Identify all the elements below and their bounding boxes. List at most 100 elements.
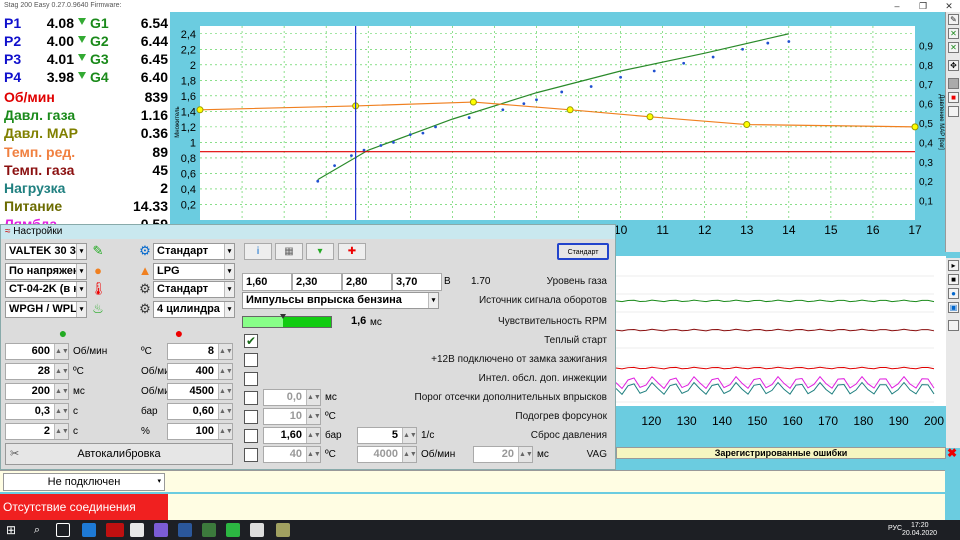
word-icon[interactable] xyxy=(178,523,192,537)
arrow-button[interactable]: ▾ xyxy=(306,243,334,260)
threshold-1[interactable]: 1,60 xyxy=(242,273,292,291)
play-icon[interactable]: ▸ xyxy=(948,260,959,271)
param-input[interactable]: 28 ▲▼ xyxy=(5,363,69,380)
reset-time-unit: 1/с xyxy=(421,430,435,441)
voltage-source-select[interactable]: По напряжен ▾ xyxy=(5,263,87,280)
record-icon[interactable]: ● xyxy=(948,288,959,299)
heat-unit: ºС xyxy=(325,411,336,422)
gas-label: G2 xyxy=(90,33,109,49)
windows-icon[interactable]: ⊞ xyxy=(4,523,18,537)
rpm-sensitivity-slider[interactable] xyxy=(242,314,332,328)
x-tick-label: 150 xyxy=(747,414,767,428)
vag-ms-input[interactable]: 20 ▲▼ xyxy=(473,446,533,463)
grid-button[interactable]: ▦ xyxy=(275,243,303,260)
mode-select[interactable]: Стандарт ▾ xyxy=(153,243,235,260)
param-input[interactable]: 600 ▲▼ xyxy=(5,343,69,360)
heat-checkbox[interactable] xyxy=(244,410,258,424)
vag-rpm-input[interactable]: 4000 ▲▼ xyxy=(357,446,417,463)
threshold-3[interactable]: 2,80 xyxy=(342,273,392,291)
connection-status: Отсутствие соединения xyxy=(0,494,168,520)
data-point xyxy=(379,144,383,147)
task-view-icon[interactable] xyxy=(56,523,70,537)
ignition-checkbox[interactable] xyxy=(244,353,258,367)
threshold-2[interactable]: 2,30 xyxy=(292,273,342,291)
reset-pressure-input[interactable]: 1,60 ▲▼ xyxy=(263,427,321,444)
param-value: 14.33 xyxy=(132,198,168,215)
mode-icon: ⚙ xyxy=(139,243,151,258)
collapse-icon[interactable]: ≈ xyxy=(5,226,11,237)
y2-tick-label: 0,7 xyxy=(919,80,933,91)
vag-checkbox[interactable] xyxy=(244,448,258,462)
opera-icon[interactable] xyxy=(106,523,124,537)
threshold-4[interactable]: 3,70 xyxy=(392,273,442,291)
connection-select[interactable]: Не подключен ▾ xyxy=(3,473,165,491)
panel2-icon[interactable] xyxy=(948,320,959,331)
app-icon[interactable] xyxy=(130,523,144,537)
y2-tick-label: 0,9 xyxy=(919,41,933,52)
autocalibration-button[interactable]: ✂ Автокалибровка xyxy=(5,443,233,465)
sheet-icon[interactable] xyxy=(202,523,216,537)
panel-icon[interactable] xyxy=(948,78,959,89)
param-input[interactable]: 8 ▲▼ xyxy=(167,343,233,360)
injection-select[interactable]: Стандарт ▾ xyxy=(153,281,235,298)
clock-time[interactable]: 17:20 xyxy=(911,522,929,529)
chat-icon[interactable] xyxy=(226,523,240,537)
zoom-out-icon[interactable]: ✕ xyxy=(948,28,959,39)
cylinders-select[interactable]: 4 цилиндра ▾ xyxy=(153,301,235,318)
param-value: 89 xyxy=(152,143,168,160)
param-value: 839 xyxy=(144,89,168,105)
thermometer-icon: 🌡 xyxy=(90,281,107,296)
warm-start-label: Теплый старт xyxy=(544,335,607,346)
param-input[interactable]: 0,3 ▲▼ xyxy=(5,403,69,420)
cutoff-checkbox[interactable] xyxy=(244,391,258,405)
param-unit: ºС xyxy=(141,346,152,357)
cutoff-input[interactable]: 0,0 ▲▼ xyxy=(263,389,321,406)
language-indicator[interactable]: РУС xyxy=(888,525,902,532)
move-icon[interactable]: ✥ xyxy=(948,60,959,71)
save-icon[interactable]: ▣ xyxy=(948,302,959,313)
viber-icon[interactable] xyxy=(154,523,168,537)
warm-start-checkbox[interactable]: ✔ xyxy=(244,334,258,348)
stag-icon[interactable] xyxy=(250,523,264,537)
pressure-reset-checkbox[interactable] xyxy=(244,429,258,443)
param-input[interactable]: 0,60 ▲▼ xyxy=(167,403,233,420)
edge-icon[interactable] xyxy=(82,523,96,537)
param-input[interactable]: 400 ▲▼ xyxy=(167,363,233,380)
param-input[interactable]: 2 ▲▼ xyxy=(5,423,69,440)
chart-tool-icon[interactable]: ✎ xyxy=(948,14,959,25)
petrol-label: P1 xyxy=(4,15,22,31)
fuel-select[interactable]: LPG ▾ xyxy=(153,263,235,280)
standard-button[interactable]: Стандарт xyxy=(557,243,609,260)
tool-icon[interactable] xyxy=(276,523,290,537)
restore-button[interactable]: ❐ xyxy=(912,0,934,12)
temp-sensor-select[interactable]: CT-04-2K (в к ▾ xyxy=(5,281,87,298)
reset-pressure-unit: бар xyxy=(325,430,342,441)
delete-icon[interactable]: ■ xyxy=(948,92,959,103)
close-button[interactable]: ✕ xyxy=(938,0,960,12)
x-tick-label: 200 xyxy=(924,414,944,428)
param-input[interactable]: 200 ▲▼ xyxy=(5,383,69,400)
search-icon[interactable]: ⌕ xyxy=(30,523,44,537)
data-point xyxy=(522,102,526,105)
zoom-in-icon[interactable]: ✕ xyxy=(948,42,959,53)
add-button[interactable]: ✚ xyxy=(338,243,366,260)
settings-window: ≈ Настройки VALTEK 30 3 (▾ По напряжен ▾ … xyxy=(0,224,616,470)
data-point xyxy=(560,90,564,94)
reset-time-input[interactable]: 5 ▲▼ xyxy=(357,427,417,444)
errors-bar[interactable]: Зарегистрированные ошибки xyxy=(616,447,946,459)
minimize-button[interactable]: – xyxy=(886,0,908,12)
clock-date[interactable]: 20.04.2020 xyxy=(902,530,937,537)
close-errors-icon[interactable]: ✖ xyxy=(946,447,958,459)
map-sensor-select[interactable]: WPGH / WPL ▾ xyxy=(5,301,87,318)
param-input[interactable]: 4500 ▲▼ xyxy=(167,383,233,400)
info-button[interactable]: ⅰ xyxy=(244,243,272,260)
ecu-select[interactable]: VALTEK 30 3 (▾ xyxy=(5,243,87,260)
blank-icon[interactable] xyxy=(948,106,959,117)
rpm-source-select[interactable]: Импульсы впрыска бензина ▾ xyxy=(242,292,439,309)
param-input[interactable]: 100 ▲▼ xyxy=(167,423,233,440)
rpm-source-label: Источник сигнала оборотов xyxy=(478,295,607,306)
extra-injection-checkbox[interactable] xyxy=(244,372,258,386)
vag-temp-input[interactable]: 40 ▲▼ xyxy=(263,446,321,463)
stop-icon[interactable]: ■ xyxy=(948,274,959,285)
heat-input[interactable]: 10 ▲▼ xyxy=(263,408,321,425)
